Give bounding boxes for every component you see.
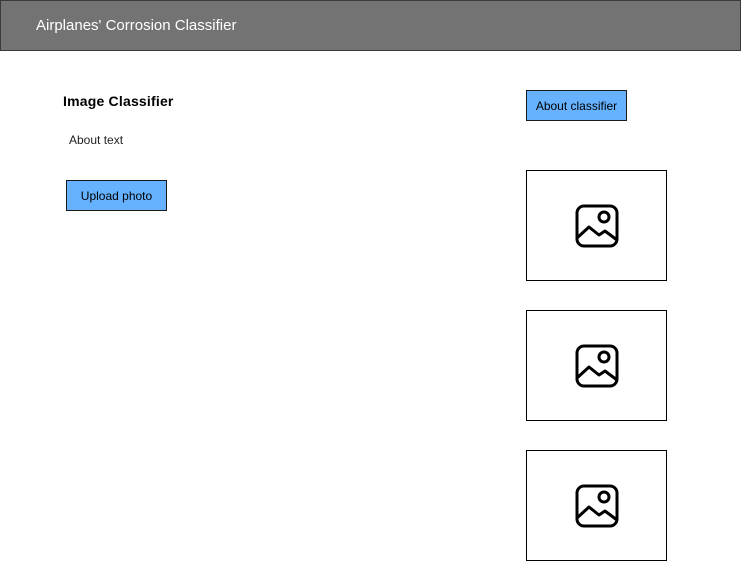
upload-photo-button[interactable]: Upload photo — [66, 180, 167, 211]
about-classifier-button[interactable]: About classifier — [526, 90, 627, 121]
image-icon — [574, 343, 620, 389]
about-text: About text — [69, 133, 124, 147]
page-title: Image Classifier — [63, 93, 174, 109]
image-placeholder — [526, 170, 667, 281]
app-page: Airplanes' Corrosion Classifier Image Cl… — [0, 0, 741, 561]
image-icon — [574, 203, 620, 249]
header-bar: Airplanes' Corrosion Classifier — [0, 0, 741, 51]
image-icon — [574, 483, 620, 529]
image-placeholder — [526, 450, 667, 561]
image-placeholder — [526, 310, 667, 421]
app-title: Airplanes' Corrosion Classifier — [36, 17, 237, 34]
